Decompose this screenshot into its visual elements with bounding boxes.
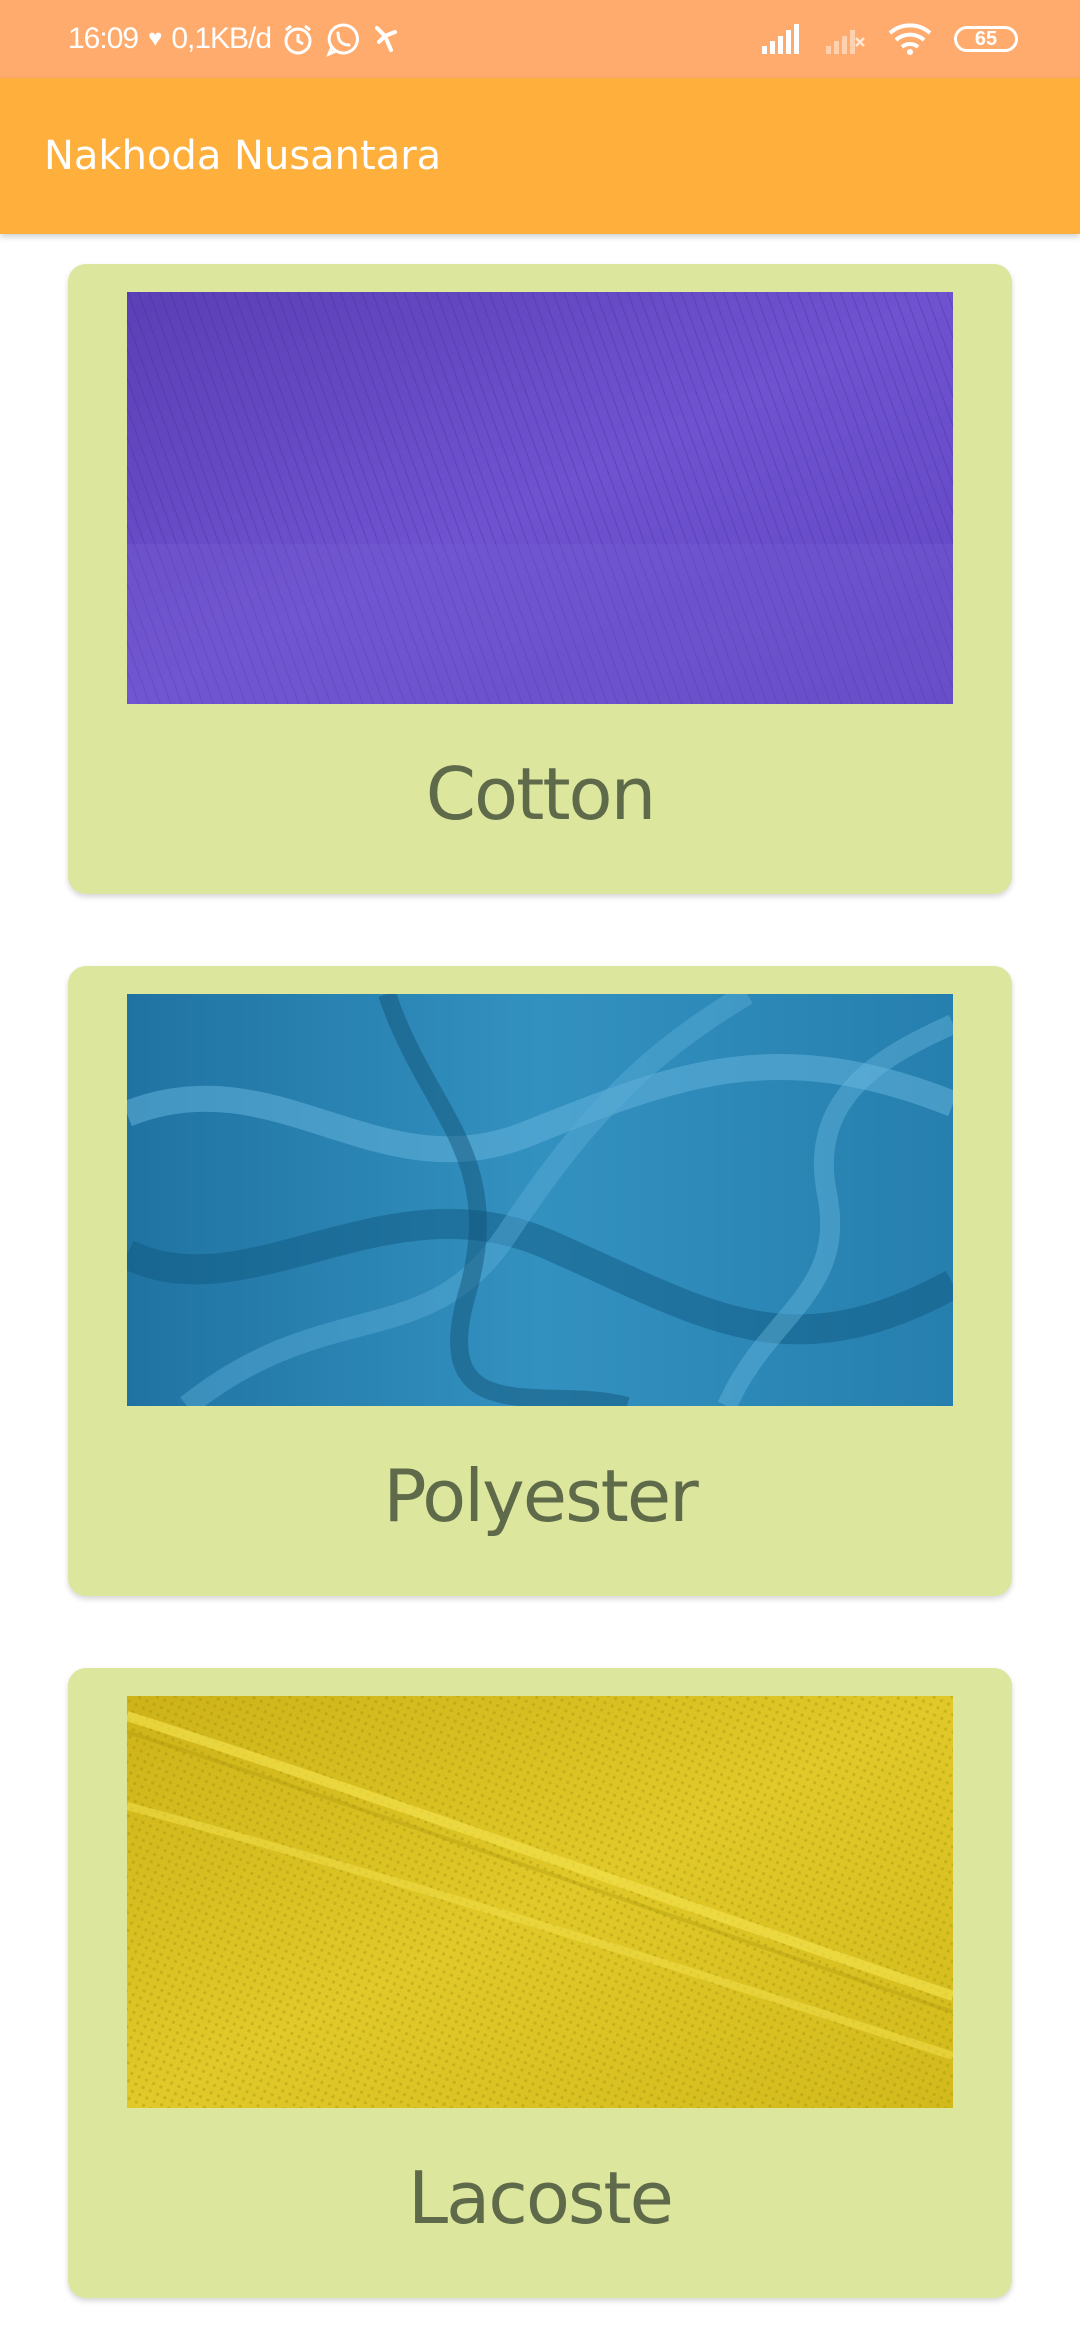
app-bar: Nakhoda Nusantara (0, 78, 1080, 234)
fabric-card-polyester[interactable]: Polyester (68, 966, 1012, 1596)
fabric-image-polyester (127, 994, 953, 1406)
alarm-icon (281, 22, 315, 56)
battery-indicator: 65 (954, 26, 1018, 52)
whatsapp-icon (325, 21, 361, 57)
fabric-name: Lacoste (408, 2156, 674, 2240)
app-notification-icon (371, 22, 401, 56)
fabric-card-lacoste[interactable]: Lacoste (68, 1668, 1012, 2298)
fabric-list[interactable]: Cotton Polyester Lacoste (0, 234, 1080, 2340)
wifi-icon (888, 23, 932, 55)
status-time: 16:09 (68, 22, 139, 55)
fabric-image-lacoste (127, 1696, 953, 2108)
signal-no-service-icon (824, 24, 866, 54)
status-bar: 16:09 ♥ 0,1KB/d 65 (0, 0, 1080, 78)
fabric-image-cotton (127, 292, 953, 704)
fabric-name: Cotton (425, 752, 656, 836)
fabric-name: Polyester (383, 1454, 698, 1538)
fabric-card-cotton[interactable]: Cotton (68, 264, 1012, 894)
status-left: 16:09 ♥ 0,1KB/d (68, 0, 401, 78)
app-title: Nakhoda Nusantara (44, 133, 442, 179)
heart-icon: ♥ (148, 25, 162, 52)
signal-icon (760, 24, 802, 54)
network-speed: 0,1KB/d (171, 22, 272, 55)
status-right: 65 (760, 0, 1018, 78)
